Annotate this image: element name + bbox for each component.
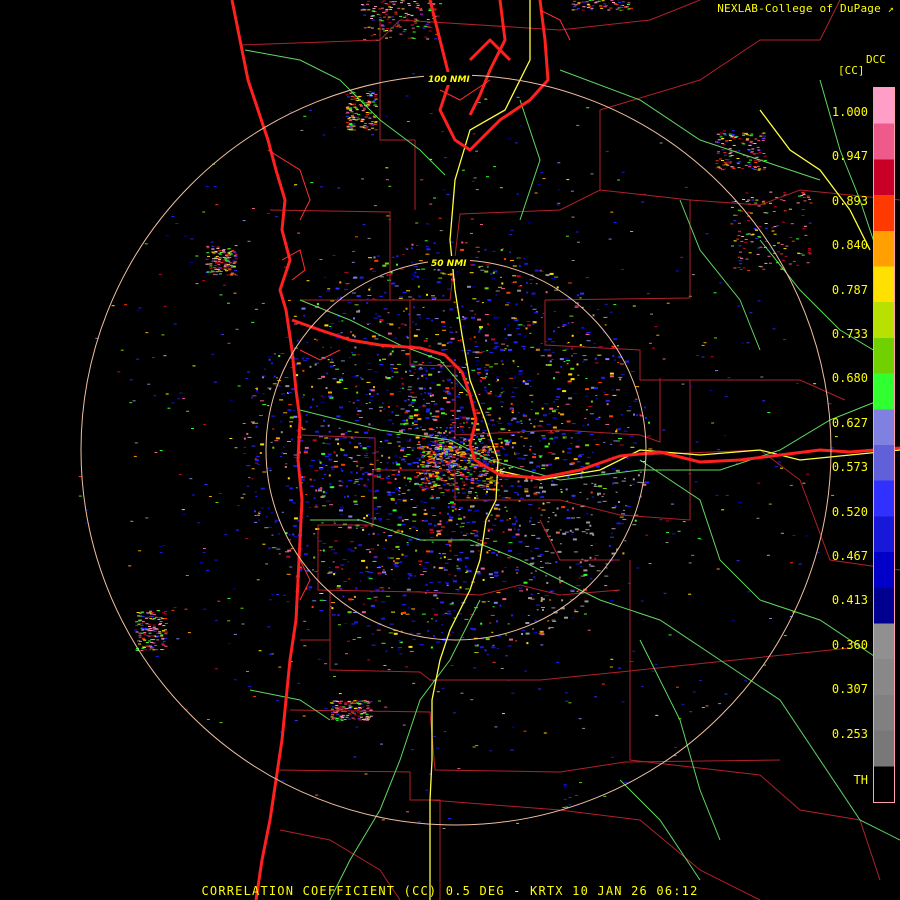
range-ring-label-50: 50 NMI <box>431 259 467 269</box>
product-caption: CORRELATION COEFFICIENT (CC) 0.5 DEG - K… <box>201 884 699 898</box>
legend-label: 0.360 <box>831 637 868 652</box>
county-borders <box>239 0 900 900</box>
legend-label: 0.787 <box>831 282 868 297</box>
legend-label: 1.000 <box>831 105 868 119</box>
legend-unit: [CC] <box>838 64 865 77</box>
legend-label: TH <box>853 773 868 787</box>
legend-label: 0.627 <box>831 415 868 430</box>
radar-map: 100 NMI 50 NMI <box>78 0 900 900</box>
legend-label: 0.520 <box>831 504 868 519</box>
legend-product: DCC <box>866 53 886 66</box>
legend-label: 0.947 <box>831 149 868 164</box>
external-link-icon[interactable]: ↗ <box>888 4 894 15</box>
legend-label: 0.467 <box>831 549 868 563</box>
legend-label: 0.413 <box>831 593 868 608</box>
range-ring-label-100: 100 NMI <box>428 75 470 85</box>
legend-label: 0.680 <box>831 371 868 386</box>
color-scale-bar <box>873 87 895 803</box>
radar-echoes <box>78 0 838 829</box>
credit-label: NEXLAB-College of DuPage ↗ <box>717 2 894 15</box>
legend-label: 0.253 <box>831 726 868 741</box>
legend-label: 0.893 <box>831 193 868 208</box>
legend-label: 0.573 <box>831 460 868 475</box>
legend-label: 0.307 <box>831 682 868 697</box>
state-borders <box>230 0 900 900</box>
credit-text: NEXLAB-College of DuPage <box>717 2 881 15</box>
legend-label: 0.733 <box>831 327 868 341</box>
legend-label: 0.840 <box>831 238 868 253</box>
